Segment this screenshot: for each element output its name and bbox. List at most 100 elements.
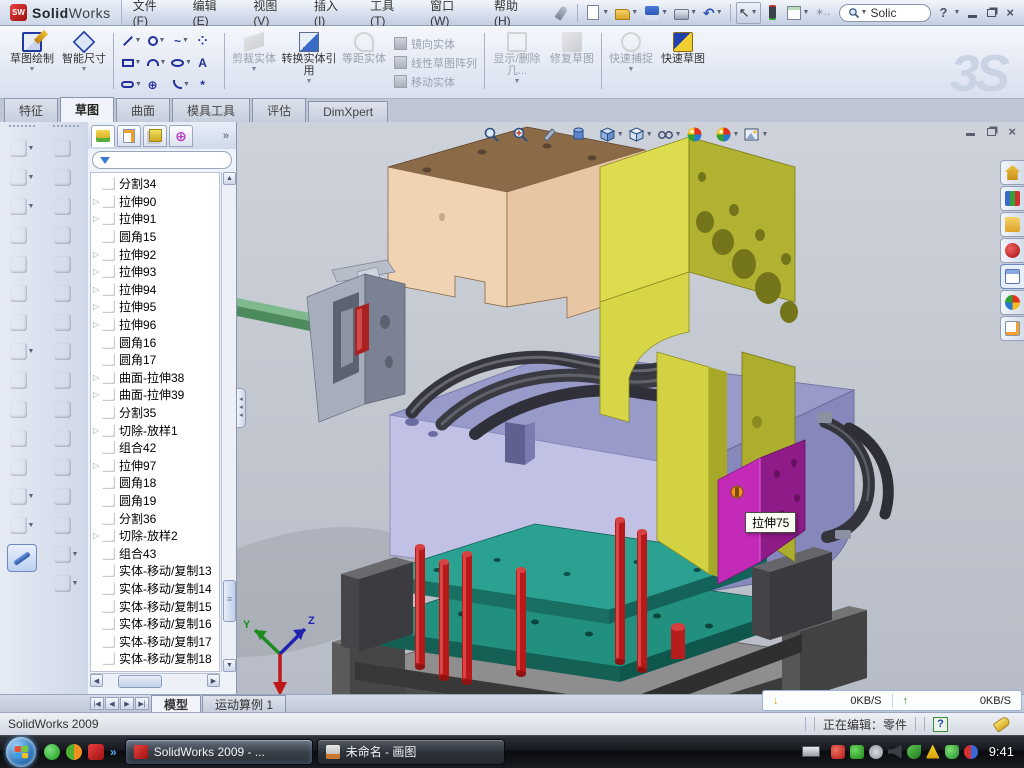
scroll-left-button[interactable]: ◀ <box>90 674 103 687</box>
open-button[interactable]: ▼ <box>613 3 640 22</box>
feature-tree-item[interactable]: ▷ 分割34 <box>91 175 219 193</box>
feature-tree-item[interactable]: ▷ 实体-移动/复制18 <box>91 650 219 668</box>
surface-tool-button[interactable]: ▼ <box>54 221 79 250</box>
quick-launch-icon[interactable] <box>44 744 60 760</box>
view-tool-button[interactable]: ▼ <box>686 126 711 143</box>
view-tool-button[interactable]: ▼ <box>715 126 740 143</box>
mold-tool-button[interactable]: ▼ <box>10 279 35 308</box>
next-tab-button[interactable]: ▶ <box>120 697 134 710</box>
feature-tree-item[interactable]: ▷ 实体-移动/复制14 <box>91 580 219 598</box>
mold-tool-button[interactable]: ▼ <box>10 337 35 366</box>
restore-button[interactable] <box>987 9 996 17</box>
mold-tool-button[interactable]: ▼ <box>10 482 35 511</box>
tray-icon[interactable] <box>964 745 978 759</box>
menu-item[interactable]: 工具(T) <box>359 0 419 25</box>
ribbon-tab[interactable]: DimXpert <box>308 101 388 122</box>
menu-item[interactable]: 文件(F) <box>122 0 182 25</box>
search-box[interactable]: ▼ Solic <box>839 4 931 22</box>
repair-sketch-button[interactable]: 修复草图 <box>546 29 598 96</box>
doc-restore-button[interactable] <box>987 128 996 136</box>
help-button[interactable]: ? <box>937 5 951 20</box>
prev-tab-button[interactable]: ◀ <box>105 697 119 710</box>
panel-overflow-chevron[interactable]: » <box>219 130 233 142</box>
task-pane-tab[interactable] <box>1000 316 1024 341</box>
pattern-tool-button[interactable]: 线性草图阵列 <box>394 55 477 71</box>
quick-snaps-button[interactable]: 快速捕捉▼ <box>605 29 657 96</box>
mold-tool-button[interactable]: ▼ <box>10 424 35 453</box>
surface-tool-button[interactable]: ▼ <box>54 511 79 540</box>
scroll-right-button[interactable]: ▶ <box>207 674 220 687</box>
menu-item[interactable]: 视图(V) <box>242 0 303 25</box>
menu-item[interactable]: 帮助(H) <box>483 0 544 25</box>
expand-arrow-icon[interactable]: ▷ <box>93 267 102 276</box>
feature-tree-item[interactable]: ▷ 拉伸94 <box>91 281 219 299</box>
surface-tool-button[interactable]: ▼ <box>54 366 79 395</box>
tag-icon[interactable] <box>993 715 1012 732</box>
pattern-tool-button[interactable]: 移动实体 <box>394 74 477 90</box>
sketch-entity-button[interactable]: A ▼ <box>194 52 219 74</box>
offset-entities-button[interactable]: 等距实体 <box>338 29 390 96</box>
dropdown-caret-icon[interactable]: ▼ <box>72 580 79 587</box>
tree-horizontal-scrollbar[interactable]: ◀ ▶ <box>90 673 220 688</box>
taskbar-window-button[interactable]: SolidWorks 2009 - ... <box>125 739 313 765</box>
dimxpertmanager-tab[interactable]: ⊕ <box>169 125 193 147</box>
sketch-entity-button[interactable]: ▼ <box>119 52 144 74</box>
select-button[interactable]: ↖▼ <box>736 2 761 24</box>
dropdown-caret-icon[interactable]: ▼ <box>28 145 35 152</box>
options-button[interactable]: ▼ <box>784 3 812 23</box>
feature-tree-item[interactable]: ▷ 拉伸91 <box>91 210 219 228</box>
ribbon-tab[interactable]: 模具工具 <box>172 98 250 122</box>
dropdown-caret-icon[interactable]: ▼ <box>185 59 192 66</box>
convert-entities-button[interactable]: 转换实体引用▼ <box>280 29 338 96</box>
feature-tree-item[interactable]: ▷ 切除-放样1 <box>91 421 219 439</box>
feature-tree-item[interactable]: ▷ 曲面-拉伸39 <box>91 386 219 404</box>
expand-arrow-icon[interactable]: ▷ <box>93 320 102 329</box>
dropdown-caret-icon[interactable]: ▼ <box>135 59 142 66</box>
trim-entities-button[interactable]: 剪裁实体▼ <box>228 29 280 96</box>
feature-tree-item[interactable]: ▷ 组合43 <box>91 544 219 562</box>
surface-tool-button[interactable]: ▼ <box>54 279 79 308</box>
tree-vertical-scrollbar[interactable]: ▲ ▼ <box>221 172 236 672</box>
surface-tool-button[interactable]: ▼ <box>54 482 79 511</box>
graphics-viewport[interactable]: Y Z X ▼ ▼ ▼ <box>237 122 1024 694</box>
measure-button[interactable] <box>7 544 37 572</box>
feature-tree-item[interactable]: ▷ 圆角19 <box>91 492 219 510</box>
feature-tree-item[interactable]: ▷ 拉伸90 <box>91 193 219 211</box>
surface-tool-button[interactable]: ▼ <box>54 163 79 192</box>
scrollbar-thumb[interactable] <box>118 675 162 688</box>
display-delete-relations-button[interactable]: 显示/删除几...▼ <box>488 29 546 96</box>
mold-tool-button[interactable]: ▼ <box>10 250 35 279</box>
expand-arrow-icon[interactable]: ▷ <box>93 214 102 223</box>
feature-tree-item[interactable]: ▷ 圆角15 <box>91 228 219 246</box>
undo-button[interactable]: ↶▼ <box>701 3 725 23</box>
dropdown-caret-icon[interactable]: ▼ <box>160 59 167 66</box>
propertymanager-tab[interactable] <box>117 125 141 147</box>
surface-tool-button[interactable]: ▼ <box>54 192 79 221</box>
input-method-icon[interactable] <box>802 746 820 757</box>
ribbon-tab[interactable]: 特征 <box>4 98 58 122</box>
sketch-entity-button[interactable]: * ▼ <box>194 74 219 96</box>
dropdown-caret-icon[interactable]: ▼ <box>28 348 35 355</box>
task-pane-tab[interactable] <box>1000 212 1024 237</box>
surface-tool-button[interactable]: ▼ <box>54 134 79 163</box>
mold-tool-button[interactable]: ▼ <box>10 511 35 540</box>
surface-tool-button[interactable]: ▼ <box>54 337 79 366</box>
feature-tree-item[interactable]: ▷ 分割36 <box>91 509 219 527</box>
dropdown-caret-icon[interactable]: ▼ <box>28 522 35 529</box>
panel-splitter-handle[interactable]: ◂◂◂ <box>237 388 246 428</box>
feature-tree-item[interactable]: ▷ 实体-移动/复制17 <box>91 632 219 650</box>
expand-arrow-icon[interactable]: ▷ <box>93 426 102 435</box>
expand-arrow-icon[interactable]: ▷ <box>93 250 102 259</box>
task-pane-tab[interactable] <box>1000 290 1024 315</box>
scroll-down-button[interactable]: ▼ <box>223 659 236 672</box>
mold-tool-button[interactable]: ▼ <box>10 453 35 482</box>
task-pane-tab[interactable] <box>1000 264 1024 289</box>
sketch-entity-button[interactable]: ⁘ ▼ <box>194 30 219 52</box>
surface-tool-button[interactable]: ▼ <box>54 250 79 279</box>
rebuild-button[interactable] <box>763 3 782 22</box>
mold-tool-button[interactable]: ▼ <box>10 366 35 395</box>
cavity-insert[interactable] <box>307 260 405 422</box>
feature-tree-item[interactable]: ▷ 实体-移动/复制16 <box>91 615 219 633</box>
tray-icon[interactable] <box>888 745 902 759</box>
tray-icon[interactable] <box>831 745 845 759</box>
